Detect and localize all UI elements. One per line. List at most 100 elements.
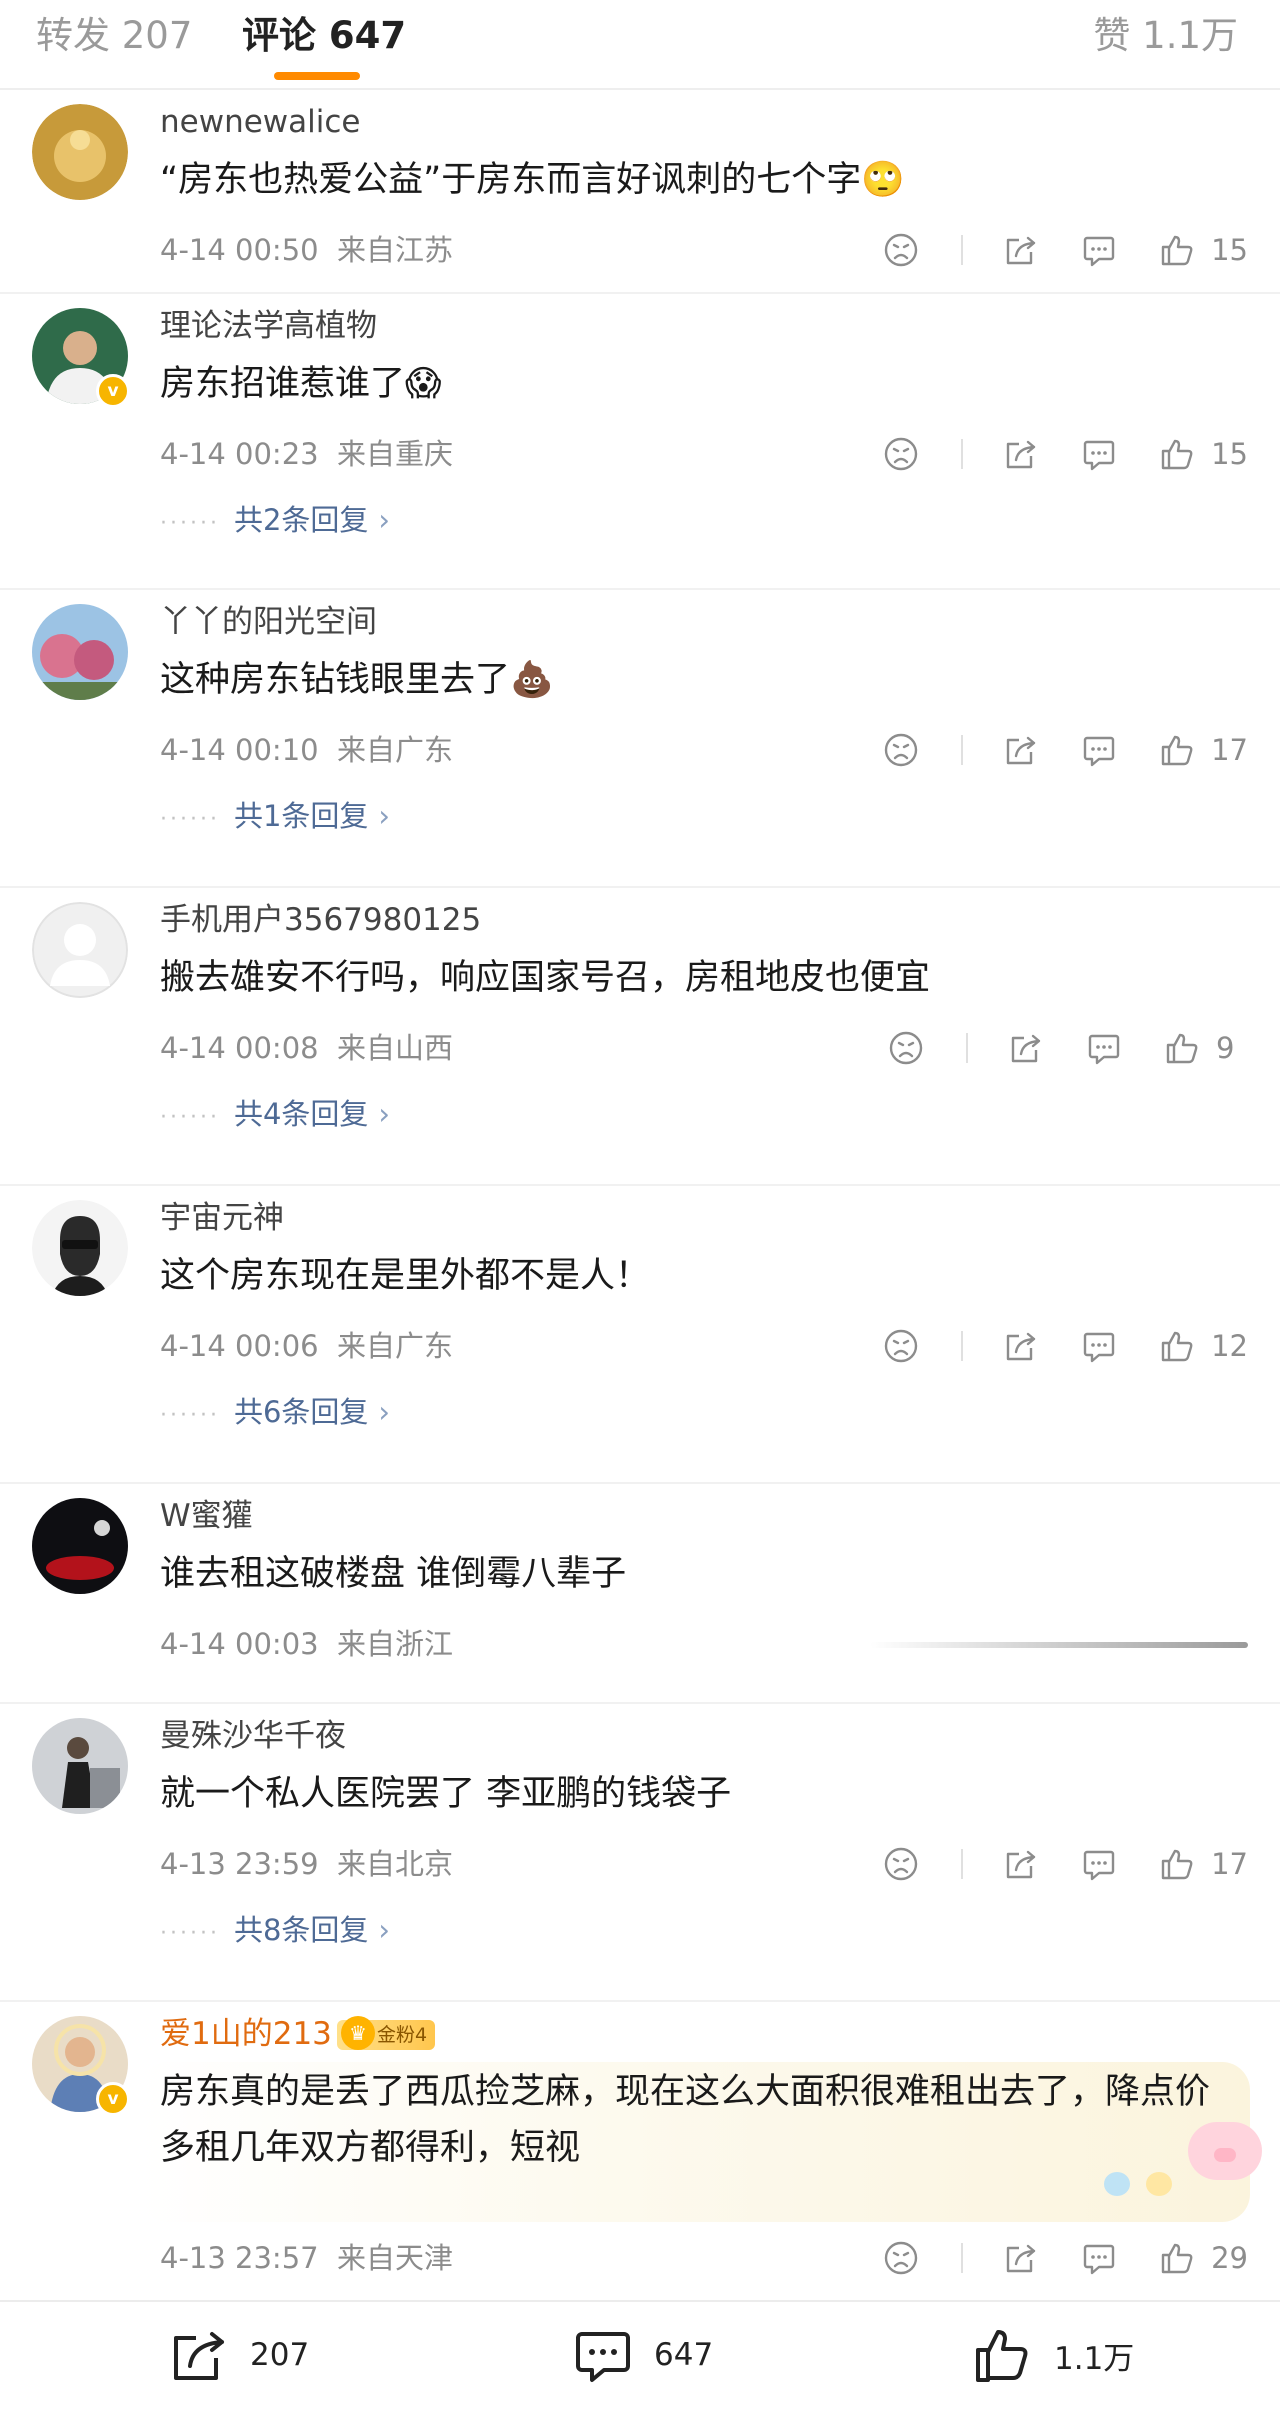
comment-username[interactable]: 曼殊沙华千夜 — [160, 1716, 346, 1756]
like-button[interactable]: 17 — [1157, 1844, 1248, 1884]
comment-button[interactable] — [1079, 434, 1119, 474]
comment-time: 4-14 00:50 — [160, 233, 319, 267]
comment-actions: 12 — [843, 1324, 1248, 1368]
like-count: 15 — [1211, 437, 1248, 471]
comment-meta: 4-14 00:06 来自广东 — [160, 1326, 453, 1366]
verified-icon: v — [96, 2082, 130, 2116]
comment-time: 4-13 23:57 — [160, 2241, 319, 2275]
tab-comments[interactable]: 评论 647 — [242, 12, 406, 60]
view-replies-link[interactable]: ······ 共1条回复 › — [160, 796, 390, 840]
view-replies-link[interactable]: ······ 共8条回复 › — [160, 1910, 390, 1954]
tab-repost[interactable]: 转发 207 — [36, 12, 192, 60]
share-icon — [1006, 2244, 1036, 2273]
share-icon — [1006, 736, 1036, 765]
comment-username[interactable]: 宇宙元神 — [160, 1198, 284, 1238]
like-count: 29 — [1211, 2241, 1248, 2275]
divider — [961, 235, 964, 265]
like-button[interactable]: 12 — [1157, 1326, 1248, 1366]
share-button[interactable] — [1006, 1028, 1046, 1068]
comment-username[interactable]: newnewalice — [160, 102, 361, 142]
dislike-icon — [884, 437, 918, 471]
comment-icon — [1088, 1034, 1120, 1065]
fan-badge[interactable]: ♛ 金粉4 — [337, 2016, 436, 2050]
comment-button[interactable] — [1079, 1844, 1119, 1884]
share-button[interactable] — [1001, 2238, 1041, 2278]
comment-list: newnewalice “房东也热爱公益”于房东而言好讽刺的七个字🙄 4-14 … — [0, 90, 1280, 2304]
comment-button[interactable] — [1079, 230, 1119, 270]
share-button[interactable] — [1001, 230, 1041, 270]
share-icon — [174, 2332, 224, 2380]
bottom-like-button[interactable]: 1.1万 — [970, 2322, 1134, 2388]
comment-location: 来自广东 — [337, 1329, 454, 1363]
like-button[interactable]: 15 — [1157, 434, 1248, 474]
share-button[interactable] — [1001, 730, 1041, 770]
chevron-right-icon: › — [378, 1913, 391, 1947]
comment-meta: 4-13 23:59 来自北京 — [160, 1844, 453, 1884]
view-replies-link[interactable]: ······ 共6条回复 › — [160, 1392, 390, 1436]
comment-actions: 15 — [843, 228, 1248, 272]
dislike-icon — [884, 1329, 918, 1363]
dislike-button[interactable] — [886, 1028, 926, 1068]
avatar[interactable] — [32, 604, 128, 700]
avatar[interactable] — [32, 1200, 128, 1296]
view-replies-link[interactable]: ······ 共4条回复 › — [160, 1094, 390, 1138]
like-button[interactable]: 15 — [1157, 230, 1248, 270]
chevron-right-icon: › — [378, 503, 391, 537]
share-icon — [1006, 1850, 1036, 1879]
comment-item: 手机用户3567980125 搬去雄安不行吗，响应国家号召，房租地皮也便宜 4-… — [0, 888, 1280, 1186]
share-icon — [1006, 1332, 1036, 1361]
comment-username[interactable]: 手机用户3567980125 — [160, 900, 481, 940]
avatar[interactable] — [32, 104, 128, 200]
share-button[interactable] — [1001, 1844, 1041, 1884]
comment-location: 来自天津 — [337, 2241, 454, 2275]
like-icon — [1161, 2243, 1193, 2274]
bottom-comment-button[interactable]: 647 — [570, 2322, 713, 2388]
dislike-button[interactable] — [881, 230, 921, 270]
comment-item: v 理论法学高植物 房东招谁惹谁了😱 4-14 00:23 来自重庆 15 ··… — [0, 294, 1280, 590]
comment-location: 来自重庆 — [337, 437, 454, 471]
crown-icon: ♛ — [341, 2016, 375, 2050]
like-icon — [976, 2330, 1028, 2382]
dislike-button[interactable] — [881, 434, 921, 474]
divider — [961, 735, 964, 765]
like-count: 12 — [1211, 1329, 1248, 1363]
dislike-icon — [884, 733, 918, 767]
comment-actions: 29 — [843, 2236, 1248, 2280]
dislike-button[interactable] — [881, 1326, 921, 1366]
divider — [961, 439, 964, 469]
comment-meta: 4-14 00:50 来自江苏 — [160, 230, 453, 270]
like-button[interactable]: 17 — [1157, 730, 1248, 770]
comment-button[interactable] — [1084, 1028, 1124, 1068]
comment-item: 曼殊沙华千夜 就一个私人医院罢了 李亚鹏的钱袋子 4-13 23:59 来自北京… — [0, 1704, 1280, 2002]
tab-likes[interactable]: 赞 1.1万 — [1093, 12, 1238, 60]
share-button[interactable] — [1001, 434, 1041, 474]
like-button[interactable]: 29 — [1157, 2238, 1248, 2278]
comment-username[interactable]: 爱1山的213 — [160, 2014, 332, 2054]
like-button[interactable]: 9 — [1162, 1028, 1248, 1068]
dislike-button[interactable] — [881, 730, 921, 770]
avatar[interactable] — [32, 1498, 128, 1594]
comment-button[interactable] — [1079, 730, 1119, 770]
comment-text: 搬去雄安不行吗，响应国家号召，房租地皮也便宜 — [160, 958, 931, 998]
dislike-button[interactable] — [881, 1844, 921, 1884]
chevron-right-icon: › — [378, 1097, 391, 1131]
chevron-right-icon: › — [378, 799, 391, 833]
comment-location: 来自山西 — [337, 1031, 454, 1065]
comment-button[interactable] — [1079, 1326, 1119, 1366]
comment-icon — [1083, 736, 1115, 767]
dislike-button[interactable] — [881, 2238, 921, 2278]
comment-count: 647 — [654, 2337, 714, 2373]
like-icon — [1161, 235, 1193, 266]
avatar[interactable] — [32, 1718, 128, 1814]
comment-time: 4-14 00:06 — [160, 1329, 319, 1363]
view-replies-link[interactable]: ······ 共2条回复 › — [160, 500, 390, 544]
comment-username[interactable]: 理论法学高植物 — [160, 306, 377, 346]
comment-username[interactable]: W蜜獾 — [160, 1496, 253, 1536]
comment-username[interactable]: 丫丫的阳光空间 — [160, 602, 377, 642]
comment-button[interactable] — [1079, 2238, 1119, 2278]
divider — [961, 1331, 964, 1361]
bottom-repost-button[interactable]: 207 — [166, 2322, 309, 2388]
avatar[interactable] — [32, 902, 128, 998]
comment-meta: 4-14 00:08 来自山西 — [160, 1028, 453, 1068]
share-button[interactable] — [1001, 1326, 1041, 1366]
